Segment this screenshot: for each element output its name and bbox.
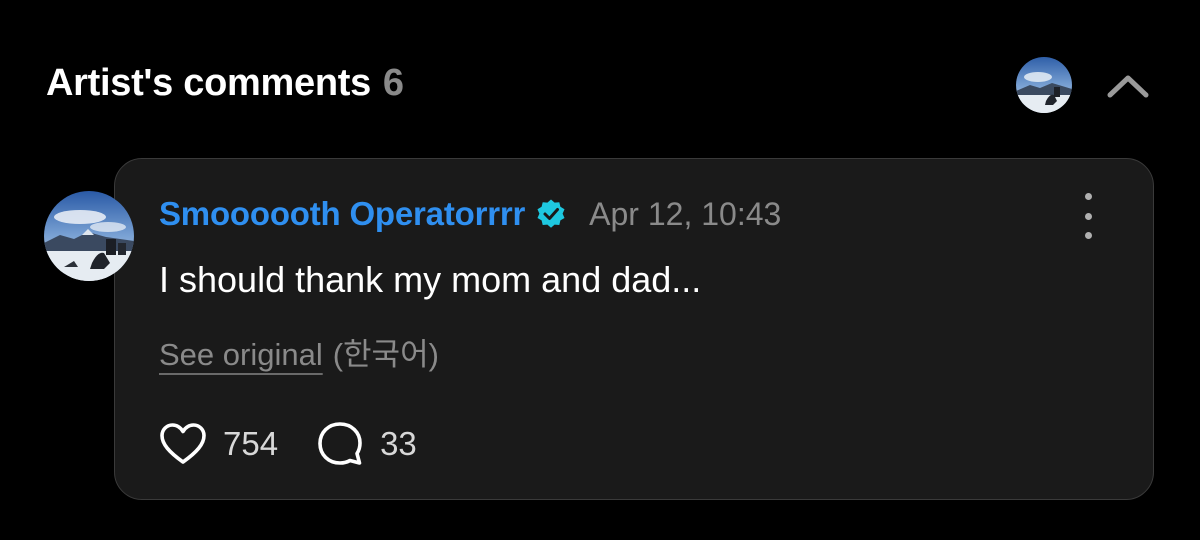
comment-author-avatar[interactable] <box>44 191 134 281</box>
verified-badge-icon <box>535 198 567 230</box>
comment-card: Smoooooth Operatorrrr Apr 12, 10:43 I sh… <box>114 158 1154 500</box>
more-vertical-icon <box>1084 193 1092 200</box>
author-name[interactable]: Smoooooth Operatorrrr <box>159 195 525 233</box>
comment-actions: 754 33 <box>159 421 417 467</box>
see-original-link[interactable]: See original <box>159 337 323 373</box>
heart-icon <box>160 423 206 464</box>
reply-count: 33 <box>380 425 417 462</box>
section-header: Artist's comments 6 <box>46 62 404 105</box>
like-count: 754 <box>223 425 279 462</box>
original-language-label: (한국어) <box>332 337 439 372</box>
comment-meta: Smoooooth Operatorrrr Apr 12, 10:43 <box>159 195 781 233</box>
reply-button[interactable]: 33 <box>316 421 417 467</box>
comment-body: I should thank my mom and dad... <box>159 259 702 300</box>
avatar-landscape-image <box>1016 57 1072 113</box>
speech-bubble-icon <box>318 422 362 465</box>
translation-row: See original (한국어) <box>159 329 439 374</box>
chevron-up-icon <box>1107 75 1149 98</box>
more-vertical-icon-dot <box>1084 212 1092 220</box>
more-options-button[interactable] <box>1071 193 1105 239</box>
comment-count: 6 <box>382 62 405 104</box>
comment-timestamp: Apr 12, 10:43 <box>589 195 782 232</box>
collapse-button[interactable] <box>1100 64 1156 108</box>
more-vertical-icon-dot <box>1084 232 1092 239</box>
artist-avatar[interactable] <box>1016 57 1072 113</box>
avatar-landscape-image <box>44 191 134 281</box>
section-title: Artist's comments <box>46 62 371 104</box>
like-button[interactable]: 754 <box>159 422 278 466</box>
